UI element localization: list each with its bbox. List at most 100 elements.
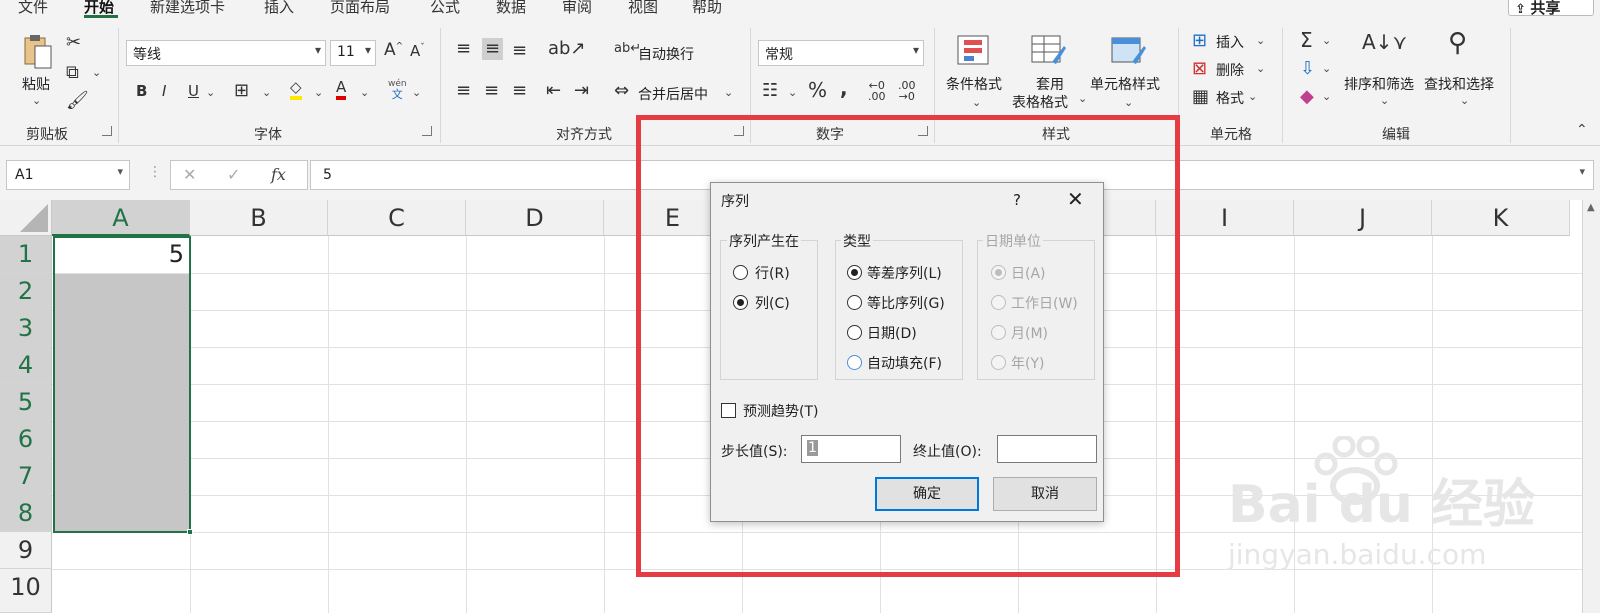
bold-icon[interactable]: B — [136, 84, 147, 99]
decrease-indent-icon[interactable]: ⇤ — [546, 82, 561, 100]
clear-icon[interactable]: ◆ — [1300, 88, 1314, 106]
tab-new[interactable]: 新建选项卡 — [150, 0, 225, 17]
column-header-d[interactable]: D — [466, 200, 604, 236]
column-header-k[interactable]: K — [1432, 200, 1570, 236]
row-header-2[interactable]: 2 — [0, 273, 52, 310]
paste-button[interactable] — [22, 32, 54, 72]
font-name-combo[interactable]: 等线 ▾ — [126, 40, 326, 66]
phonetic-icon[interactable]: wén 文 — [388, 80, 407, 101]
font-color-chevron-icon[interactable]: ⌄ — [360, 86, 369, 99]
column-header-b[interactable]: B — [190, 200, 328, 236]
increase-decimal-icon[interactable]: ←0.00 — [868, 80, 886, 102]
row-header-10[interactable]: 10 — [0, 569, 52, 613]
find-select-icon[interactable]: ⚲ — [1448, 30, 1467, 56]
tab-data[interactable]: 数据 — [496, 0, 526, 17]
fill-color-icon[interactable]: ◇ — [290, 80, 302, 100]
increase-font-icon[interactable]: A^ — [384, 42, 403, 59]
comma-icon[interactable]: , — [840, 78, 848, 98]
chevron-down-icon[interactable]: ⌄ — [1322, 34, 1331, 47]
cell-a1[interactable]: 5 — [54, 240, 188, 272]
italic-icon[interactable]: I — [162, 84, 166, 99]
copy-chevron-icon[interactable]: ⌄ — [92, 66, 101, 79]
cancel-icon[interactable]: ✕ — [183, 165, 196, 184]
decrease-decimal-icon[interactable]: .00 →0 — [898, 80, 916, 102]
insert-cells-button[interactable]: 插入 — [1216, 32, 1244, 52]
chevron-down-icon[interactable]: ⌄ — [1322, 62, 1331, 75]
copy-icon[interactable]: ⧉ — [66, 64, 79, 82]
paste-chevron-icon[interactable]: ⌄ — [32, 94, 41, 107]
chevron-down-icon[interactable]: ⌄ — [1124, 96, 1133, 109]
decrease-font-icon[interactable]: Aˇ — [410, 44, 425, 59]
format-painter-icon[interactable]: 🖌 — [66, 92, 89, 110]
enter-icon[interactable]: ✓ — [227, 165, 240, 184]
select-all-corner[interactable] — [0, 200, 52, 236]
font-size-combo[interactable]: 11 ▾ — [330, 40, 376, 66]
borders-icon[interactable]: ⊞ — [234, 82, 249, 100]
row-header-9[interactable]: 9 — [0, 532, 52, 569]
font-launcher-icon[interactable] — [422, 126, 432, 136]
cell-styles-icon[interactable] — [1110, 32, 1148, 72]
fill-icon[interactable]: ⇩ — [1300, 60, 1315, 78]
increase-indent-icon[interactable]: ⇥ — [574, 82, 589, 100]
tab-page-layout[interactable]: 页面布局 — [330, 0, 390, 17]
tab-file[interactable]: 文件 — [18, 0, 48, 17]
tab-formulas[interactable]: 公式 — [430, 0, 460, 17]
font-color-icon[interactable]: A — [336, 80, 347, 100]
chevron-down-icon[interactable]: ⌄ — [1248, 90, 1257, 103]
merge-center-icon[interactable]: ⇔ — [614, 82, 629, 100]
row-header-1[interactable]: 1 — [0, 236, 52, 273]
format-as-table-icon[interactable] — [1030, 32, 1068, 72]
wrap-text-button[interactable]: 自动换行 — [638, 44, 694, 64]
align-center-icon[interactable]: ≡ — [484, 82, 499, 100]
cell-styles-button[interactable]: 单元格样式 — [1090, 74, 1160, 94]
cut-icon[interactable]: ✂ — [66, 34, 81, 52]
insert-function-icon[interactable]: fx — [271, 165, 286, 184]
delete-cells-icon[interactable]: ⊠ — [1192, 60, 1207, 78]
format-cells-button[interactable]: 格式 — [1216, 88, 1244, 108]
name-box[interactable]: A1 ▾ — [6, 160, 130, 190]
accounting-format-icon[interactable]: ☷ — [762, 82, 778, 100]
number-format-combo[interactable]: 常规 ▾ — [758, 40, 924, 66]
underline-icon[interactable]: U — [188, 84, 199, 99]
delete-cells-button[interactable]: 删除 — [1216, 60, 1244, 80]
row-header-6[interactable]: 6 — [0, 421, 52, 458]
merge-chevron-icon[interactable]: ⌄ — [724, 86, 733, 99]
format-cells-icon[interactable]: ▦ — [1192, 88, 1209, 106]
align-bottom-icon[interactable]: ≡ — [512, 42, 527, 60]
row-header-7[interactable]: 7 — [0, 458, 52, 495]
scroll-up-icon[interactable]: ▲ — [1587, 202, 1595, 213]
share-button[interactable]: ⇪ 共享 — [1508, 0, 1594, 17]
autosum-icon[interactable]: Σ — [1300, 30, 1313, 50]
insert-cells-icon[interactable]: ⊞ — [1192, 32, 1207, 50]
tab-insert[interactable]: 插入 — [264, 0, 294, 17]
conditional-format-button[interactable]: 条件格式 — [946, 74, 1002, 94]
align-top-icon[interactable]: ≡ — [456, 40, 471, 58]
chevron-down-icon[interactable]: ⌄ — [972, 96, 981, 109]
column-header-c[interactable]: C — [328, 200, 466, 236]
align-middle-icon[interactable]: ≡ — [482, 38, 504, 60]
sort-filter-icon[interactable]: A↓⋎ — [1362, 32, 1407, 52]
column-header-a[interactable]: A — [52, 200, 190, 236]
chevron-down-icon[interactable]: ⌄ — [1322, 90, 1331, 103]
chevron-down-icon[interactable]: ⌄ — [1380, 94, 1389, 107]
align-right-icon[interactable]: ≡ — [512, 82, 527, 100]
find-select-button[interactable]: 查找和选择 — [1424, 74, 1494, 94]
chevron-down-icon[interactable]: ⌄ — [1256, 34, 1265, 47]
tab-review[interactable]: 审阅 — [562, 0, 592, 17]
chevron-down-icon[interactable]: ⌄ — [1256, 62, 1265, 75]
phonetic-chevron-icon[interactable]: ⌄ — [412, 86, 421, 99]
fill-handle[interactable] — [187, 529, 193, 535]
vertical-scrollbar[interactable]: ▲ — [1582, 200, 1600, 613]
orientation-icon[interactable]: ab↗ — [548, 40, 586, 58]
underline-chevron-icon[interactable]: ⌄ — [206, 86, 215, 99]
chevron-down-icon[interactable]: ⌄ — [1460, 94, 1469, 107]
collapse-ribbon-icon[interactable]: ⌃ — [1576, 122, 1588, 138]
tab-view[interactable]: 视图 — [628, 0, 658, 17]
merge-center-button[interactable]: 合并后居中 — [638, 84, 708, 104]
fill-chevron-icon[interactable]: ⌄ — [314, 86, 323, 99]
column-header-j[interactable]: J — [1294, 200, 1432, 236]
row-header-8[interactable]: 8 — [0, 495, 52, 532]
tab-help[interactable]: 帮助 — [692, 0, 722, 17]
format-as-table-button[interactable]: 表格格式 — [1012, 92, 1068, 112]
percent-icon[interactable]: % — [808, 80, 827, 100]
